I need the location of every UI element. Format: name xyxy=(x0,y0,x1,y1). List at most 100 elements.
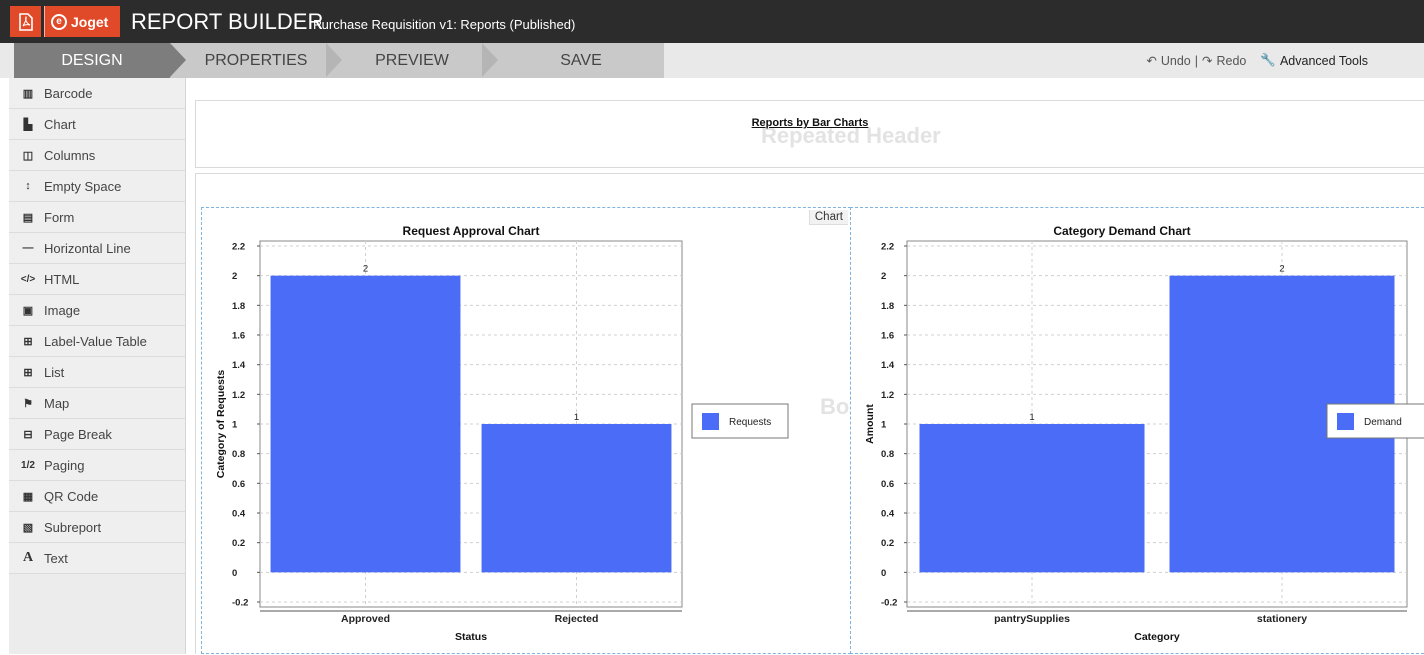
palette-item-label: Map xyxy=(44,395,70,411)
code-icon: </> xyxy=(20,273,36,285)
palette-item-label: Label-Value Table xyxy=(44,333,147,349)
app-title: REPORT BUILDER xyxy=(131,9,324,34)
bar xyxy=(481,424,672,573)
palette-item-label: Form xyxy=(44,209,75,225)
data-label: 1 xyxy=(1029,412,1034,423)
joget-logo-icon: e xyxy=(51,13,67,30)
tab-arrow xyxy=(170,43,186,77)
chart-element-1[interactable]: Chart Request Approval Chart -0.2 0 0.2 0.4 0… xyxy=(201,207,851,654)
legend-swatch xyxy=(1337,413,1354,430)
x-axis-label: Status xyxy=(455,631,487,643)
chart-title: Request Approval Chart xyxy=(403,224,540,238)
y-tick-label: 0.2 xyxy=(232,538,245,549)
redo-button[interactable]: Redo xyxy=(1217,54,1247,68)
palette-item-paging[interactable]: 1/2 Paging xyxy=(9,450,185,481)
data-label: 2 xyxy=(363,264,368,275)
logo-text: Joget xyxy=(71,13,109,30)
text-icon: A xyxy=(22,550,34,565)
palette-item-label-value-table[interactable]: ⊞ Label-Value Table xyxy=(9,326,185,357)
y-tick-label: 1.2 xyxy=(232,390,245,401)
palette-item-horizontal-line[interactable]: — Horizontal Line xyxy=(9,233,185,264)
request-approval-chart: Request Approval Chart -0.2 0 0.2 0.4 0.6 0.8 1… xyxy=(215,224,789,643)
y-tick-label: 1.4 xyxy=(881,360,895,371)
x-tick-label: Approved xyxy=(341,613,390,625)
tab-save[interactable]: SAVE xyxy=(498,43,664,78)
tab-preview[interactable]: PREVIEW xyxy=(342,43,482,78)
tab-bar: DESIGN PROPERTIES PREVIEW SAVE ↶ Undo | … xyxy=(0,43,1424,78)
y-tick-label: 0 xyxy=(881,568,886,579)
x-tick-label: Rejected xyxy=(555,613,599,625)
palette-item-label: List xyxy=(44,364,65,380)
app-subtitle: Purchase Requisition v1: Reports (Publis… xyxy=(313,17,576,32)
y-tick-label: -0.2 xyxy=(232,598,248,609)
palette-item-list[interactable]: ⊞ List xyxy=(9,357,185,388)
repeated-header-band[interactable]: Repeated Header Reports by Bar Charts xyxy=(195,100,1424,168)
palette-item-text[interactable]: A Text xyxy=(9,543,185,574)
list-icon: ⊞ xyxy=(23,366,33,379)
y-tick-label: 1 xyxy=(232,420,238,431)
palette-item-qr-code[interactable]: ▦ QR Code xyxy=(9,481,185,512)
vertical-arrows-icon: ↕ xyxy=(25,180,31,192)
pdf-export-button[interactable] xyxy=(10,6,41,37)
y-tick-label: 0.4 xyxy=(881,509,895,520)
x-axis-label: Category xyxy=(1134,631,1180,643)
chart-element-2[interactable]: Category Demand Chart -0.2 0 0.2 0.4 0.6 0.8 1 1… xyxy=(850,207,1424,654)
y-tick-label: 0.6 xyxy=(232,479,245,490)
y-tick-label: 0 xyxy=(232,568,237,579)
y-tick-label: 1.4 xyxy=(232,360,246,371)
report-title[interactable]: Reports by Bar Charts xyxy=(196,117,1424,129)
palette-item-form[interactable]: ▤ Form xyxy=(9,202,185,233)
toolbar-tools: ↶ Undo | ↷ Redo 🔧 Advanced Tools xyxy=(1146,43,1368,78)
palette-item-barcode[interactable]: ▥ Barcode xyxy=(9,78,185,109)
category-demand-chart: Category Demand Chart -0.2 0 0.2 0.4 0.6 0.8 1 1… xyxy=(864,224,1424,643)
palette-item-label: QR Code xyxy=(44,488,99,504)
palette-item-columns[interactable]: ◫ Columns xyxy=(9,140,185,171)
data-label: 2 xyxy=(1279,264,1284,275)
bar xyxy=(270,275,461,573)
top-bar: e Joget REPORT BUILDER Purchase Requisit… xyxy=(0,0,1424,43)
palette-item-label: Text xyxy=(44,550,68,566)
palette-item-label: Image xyxy=(44,302,81,318)
advanced-tools-button[interactable]: Advanced Tools xyxy=(1280,54,1368,68)
joget-logo[interactable]: e Joget xyxy=(44,6,120,37)
y-tick-label: -0.2 xyxy=(881,598,897,609)
y-tick-label: 2.2 xyxy=(232,242,245,253)
tab-design[interactable]: DESIGN xyxy=(14,43,170,78)
page-break-icon: ⊟ xyxy=(23,428,33,441)
palette-item-image[interactable]: ▣ Image xyxy=(9,295,185,326)
y-tick-label: 1.6 xyxy=(881,331,894,342)
x-tick-label: pantrySupplies xyxy=(994,613,1070,625)
data-label: 1 xyxy=(574,412,579,423)
y-tick-label: 0.6 xyxy=(881,479,894,490)
palette-item-map[interactable]: ⚑ Map xyxy=(9,388,185,419)
legend-label: Requests xyxy=(729,417,771,428)
tab-properties[interactable]: PROPERTIES xyxy=(186,43,326,78)
y-tick-label: 2 xyxy=(881,271,886,282)
palette-item-page-break[interactable]: ⊟ Page Break xyxy=(9,419,185,450)
y-tick-label: 2 xyxy=(232,271,237,282)
legend-label: Demand xyxy=(1364,417,1402,428)
palette-item-label: Columns xyxy=(44,147,96,163)
y-tick-label: 0.4 xyxy=(232,509,246,520)
wrench-icon: 🔧 xyxy=(1260,53,1276,67)
palette-item-empty-space[interactable]: ↕ Empty Space xyxy=(9,171,185,202)
y-axis-label: Category of Requests xyxy=(215,370,227,479)
palette-item-label: Subreport xyxy=(44,519,102,535)
palette-item-html[interactable]: </> HTML xyxy=(9,264,185,295)
x-tick-label: stationery xyxy=(1257,613,1307,625)
tab-arrow xyxy=(482,43,498,77)
undo-icon[interactable]: ↶ xyxy=(1146,53,1156,68)
toolbar-separator: | xyxy=(1194,53,1199,68)
y-tick-label: 1 xyxy=(881,420,887,431)
chart-title: Category Demand Chart xyxy=(1053,224,1190,238)
barcode-icon: ▥ xyxy=(22,87,34,100)
undo-button[interactable]: Undo xyxy=(1161,54,1191,68)
palette-item-label: Page Break xyxy=(44,426,112,442)
y-tick-label: 0.8 xyxy=(881,449,894,460)
redo-icon[interactable]: ↷ xyxy=(1202,53,1212,68)
y-tick-label: 1.2 xyxy=(881,390,894,401)
image-icon: ▣ xyxy=(22,304,34,317)
tab-arrow xyxy=(326,43,342,77)
palette-item-chart[interactable]: ▙ Chart xyxy=(9,109,185,140)
palette-item-subreport[interactable]: ▧ Subreport xyxy=(9,512,185,543)
